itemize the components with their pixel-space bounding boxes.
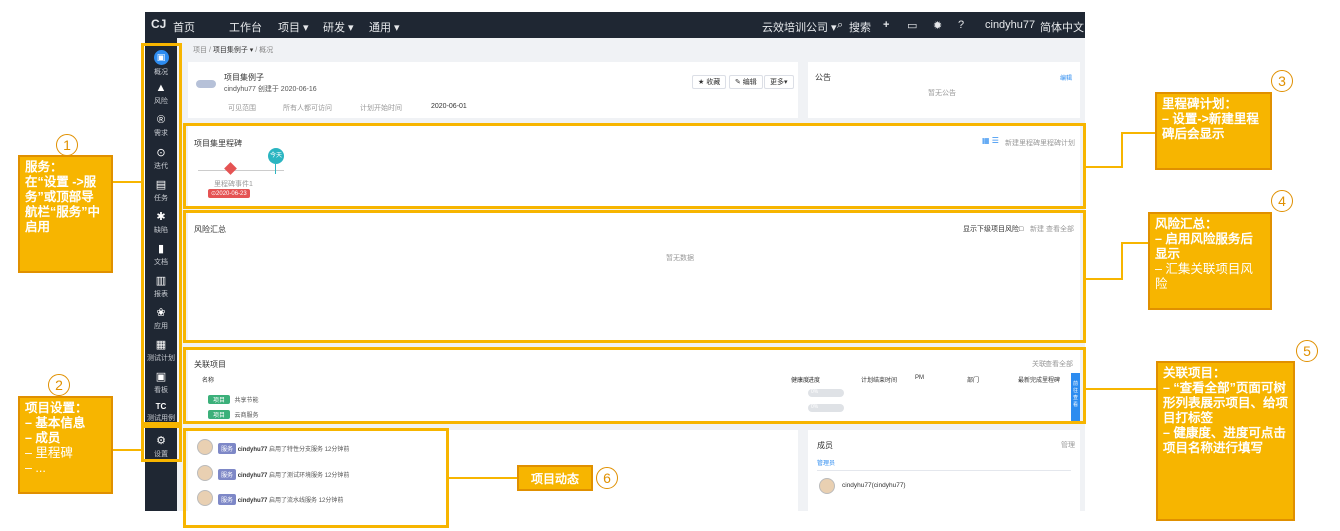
notice-edit-link[interactable]: 编辑 [1060, 73, 1072, 82]
callout-line: – 汇集关联项目风险 [1155, 262, 1253, 291]
callout-number-4: 4 [1271, 190, 1293, 212]
activity-frame [183, 428, 449, 528]
callout-line: – 基本信息 [25, 416, 86, 430]
visibility-label: 可见范围 [228, 105, 256, 112]
favorite-button[interactable]: ★ 收藏 [692, 75, 727, 89]
project-title: 项目集例子 [224, 73, 264, 82]
callout-number-5: 5 [1296, 340, 1318, 362]
connector-line [1121, 242, 1123, 280]
gear-icon[interactable]: ✹ [933, 19, 942, 32]
add-icon[interactable]: + [883, 19, 889, 31]
connector-line [449, 477, 517, 479]
nav-devops-menu[interactable]: 研发 ▾ [323, 19, 354, 35]
callout-project-settings: 项目设置： – 基本信息 – 成员 – 里程碑 – ... [18, 396, 113, 494]
project-avatar-icon [196, 80, 216, 88]
connector-line [113, 449, 143, 451]
connector-line [1121, 132, 1123, 168]
company-switcher[interactable]: 云效培训公司 ▾ [762, 19, 837, 35]
callout-line: – 健康度、进度可点击项目名称进行填写 [1163, 426, 1286, 455]
connector-line [1086, 388, 1156, 390]
nav-workbench[interactable]: 工作台 [229, 19, 262, 35]
search-link[interactable]: 搜索 [849, 19, 871, 35]
callout-title: 服务： [25, 160, 63, 174]
avatar [819, 478, 835, 494]
callout-title: 风险汇总： [1155, 217, 1218, 231]
breadcrumb: 项目 / 项目集例子 ▾ / 概况 [193, 47, 274, 54]
related-projects-frame [183, 347, 1086, 424]
nav-home[interactable]: 首页 [173, 19, 195, 35]
callout-line: – 里程碑 [25, 446, 73, 460]
connector-line [1086, 166, 1122, 168]
callout-services: 服务： 在“设置 ->服务”或顶部导航栏“服务”中启用 [18, 155, 113, 273]
callout-number-2: 2 [48, 374, 70, 396]
risk-frame [183, 210, 1086, 343]
admin-group-label: 管理员 [817, 461, 836, 467]
user-menu[interactable]: cindyhu77 [985, 19, 1035, 31]
member-name[interactable]: cindyhu77(cindyhu77) [842, 482, 906, 489]
notice-title: 公告 [815, 73, 831, 82]
project-creator: cindyhu77 创建于 2020-06-16 [224, 86, 317, 93]
settings-frame [141, 425, 182, 462]
members-title: 成员 [817, 441, 833, 450]
sidebar-services-frame [141, 43, 182, 425]
breadcrumb-project-switcher[interactable]: 项目集例子 ▾ [213, 47, 253, 54]
notice-empty: 暂无公告 [928, 90, 956, 97]
more-button[interactable]: 更多▾ [764, 75, 794, 89]
breadcrumb-current: 概况 [259, 47, 274, 54]
project-info-card: 项目集例子 cindyhu77 创建于 2020-06-16 可见范围 所有人都… [188, 62, 798, 118]
app-logo[interactable]: CJ [151, 17, 166, 31]
inbox-icon[interactable]: ▭ [907, 19, 917, 32]
connector-line [1121, 132, 1156, 134]
callout-number-6: 6 [596, 467, 618, 489]
notice-card: 公告 编辑 暂无公告 [808, 62, 1080, 118]
callout-line: – ... [25, 461, 46, 475]
breadcrumb-root[interactable]: 项目 [193, 47, 207, 54]
connector-line [113, 181, 143, 183]
help-icon[interactable]: ? [958, 19, 964, 31]
members-manage-link[interactable]: 管理 [1061, 440, 1075, 450]
callout-activity: 项目动态 [517, 465, 593, 491]
callout-title: 关联项目： [1163, 366, 1226, 380]
connector-line [1086, 278, 1122, 280]
callout-title: 里程碑计划： [1162, 97, 1238, 111]
callout-related-projects: 关联项目： – “查看全部”页面可树形列表展示项目、给项目打标签 – 健康度、进… [1156, 361, 1295, 521]
milestone-frame [183, 123, 1086, 209]
callout-number-1: 1 [56, 134, 78, 156]
callout-number-3: 3 [1271, 70, 1293, 92]
callout-line: – 成员 [25, 431, 61, 445]
callout-risk-summary: 风险汇总： – 启用风险服务后显示 – 汇集关联项目风险 [1148, 212, 1272, 310]
language-switcher[interactable]: 简体中文 [1040, 19, 1084, 35]
members-card: 成员 管理 管理员 cindyhu77(cindyhu77) [808, 430, 1080, 511]
callout-line: – 启用风险服务后显示 [1155, 232, 1253, 261]
start-date-value: 2020-06-01 [431, 103, 467, 110]
top-navigation-bar: CJ 首页 工作台 项目 ▾ 研发 ▾ 通用 ▾ 云效培训公司 ▾ ⌕ 搜索 +… [145, 12, 1085, 41]
callout-body: 在“设置 ->服务”或顶部导航栏“服务”中启用 [25, 175, 101, 234]
edit-button[interactable]: ✎ 编辑 [729, 75, 763, 89]
divider [817, 470, 1071, 471]
search-icon[interactable]: ⌕ [837, 19, 843, 32]
callout-milestone-plan: 里程碑计划： – 设置->新建里程碑后会显示 [1155, 92, 1272, 170]
callout-line: – “查看全部”页面可树形列表展示项目、给项目打标签 [1163, 381, 1289, 425]
visibility-value: 所有人都可访问 [283, 105, 332, 112]
start-date-label: 计划开始时间 [360, 105, 402, 112]
nav-general-menu[interactable]: 通用 ▾ [369, 19, 400, 35]
callout-title: 项目设置： [25, 401, 88, 415]
connector-line [1121, 242, 1149, 244]
callout-body: – 设置->新建里程碑后会显示 [1162, 112, 1259, 141]
